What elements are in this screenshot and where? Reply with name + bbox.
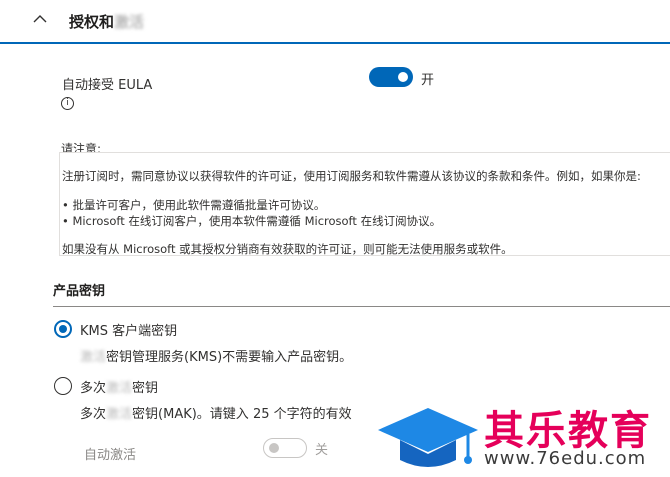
chevron-up-icon[interactable] bbox=[33, 11, 47, 25]
watermark: 其乐教育 www.76edu.com bbox=[372, 398, 670, 477]
eula-toggle[interactable] bbox=[369, 67, 413, 87]
kms-option-label[interactable]: KMS 客户端密钥 bbox=[80, 320, 177, 339]
product-key-title: 产品密钥 bbox=[53, 284, 106, 299]
divider bbox=[53, 306, 670, 307]
notice-line: • Microsoft 在线订阅客户，使用本软件需遵循 Microsoft 在线… bbox=[62, 214, 442, 228]
notice-line: 注册订阅时，需同意协议以获得软件的许可证，使用订阅服务和软件需遵从该协议的条款和… bbox=[62, 169, 641, 183]
mak-option-desc: 多次激活密钥(MAK)。请键入 25 个字符的有效 bbox=[80, 407, 352, 422]
mak-option-label[interactable]: 多次激活密钥 bbox=[80, 377, 158, 396]
toggle-knob bbox=[269, 443, 279, 453]
info-icon[interactable]: i bbox=[61, 97, 74, 110]
mak-radio[interactable] bbox=[54, 377, 72, 395]
section-header[interactable]: 授权和激活 bbox=[0, 0, 670, 44]
section-title: 授权和激活 bbox=[69, 13, 145, 31]
auto-activate-toggle-state: 关 bbox=[315, 443, 329, 458]
blurred-text: 激活 bbox=[80, 350, 107, 365]
eula-toggle-state: 开 bbox=[421, 73, 435, 88]
auto-activate-label: 自动激活 bbox=[84, 448, 137, 463]
toggle-knob bbox=[398, 72, 408, 82]
blurred-text: 激活 bbox=[114, 13, 145, 31]
kms-option-desc: 激活密钥管理服务(KMS)不需要输入产品密钥。 bbox=[80, 350, 353, 365]
blurred-text: 激活 bbox=[106, 381, 133, 396]
graduation-cap-icon bbox=[378, 408, 478, 467]
auto-activate-toggle[interactable] bbox=[263, 438, 307, 458]
blurred-text: 激活 bbox=[106, 407, 133, 422]
notice-line: • 批量许可客户，使用此软件需遵循批量许可协议。 bbox=[62, 198, 326, 212]
kms-radio[interactable] bbox=[54, 320, 72, 338]
watermark-url: www.76edu.com bbox=[484, 448, 647, 469]
notice-textbox[interactable]: 注册订阅时，需同意协议以获得软件的许可证，使用订阅服务和软件需遵从该协议的条款和… bbox=[59, 152, 670, 256]
eula-label: 自动接受 EULA bbox=[62, 78, 153, 93]
notice-line: 如果没有从 Microsoft 或其授权分销商有效获取的许可证，则可能无法使用服… bbox=[62, 242, 513, 256]
